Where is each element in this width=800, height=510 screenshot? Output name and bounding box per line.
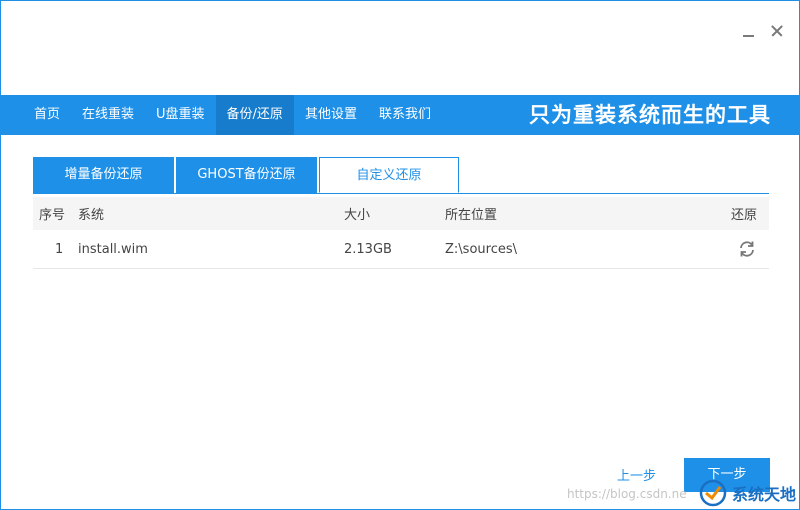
tab-incremental-backup[interactable]: 增量备份还原 [33, 157, 174, 193]
tab-custom-restore[interactable]: 自定义还原 [319, 157, 459, 193]
watermark: https://blog.csdn.ne [567, 487, 687, 501]
nav-item-online-reinstall[interactable]: 在线重装 [71, 95, 145, 135]
minimize-icon[interactable] [741, 23, 757, 39]
row-index: 1 [55, 241, 64, 257]
header-location: 所在位置 [445, 208, 498, 223]
refresh-icon[interactable] [737, 239, 757, 259]
nav-item-contact[interactable]: 联系我们 [368, 95, 442, 135]
header-size: 大小 [344, 208, 371, 223]
tab-ghost-backup[interactable]: GHOST备份还原 [176, 157, 317, 193]
nav-item-backup-restore[interactable]: 备份/还原 [215, 95, 294, 135]
footer: 上一步 下一步 https://blog.csdn.ne 系统天地 [1, 457, 799, 509]
table-header: 序号 系统 大小 所在位置 还原 [33, 197, 769, 230]
header-restore: 还原 [730, 208, 757, 223]
slogan: 只为重装系统而生的工具 [529, 103, 771, 127]
row-size: 2.13GB [344, 241, 392, 257]
table-row[interactable]: 1 install.wim 2.13GB Z:\sources\ [33, 230, 769, 269]
site-logo: 系统天地 [698, 478, 796, 508]
window-controls [741, 23, 785, 39]
logo-icon [699, 479, 727, 507]
site-name: 系统天地 [732, 485, 797, 504]
row-location: Z:\sources\ [445, 241, 517, 257]
header-system: 系统 [78, 208, 105, 223]
nav-item-home[interactable]: 首页 [23, 95, 71, 135]
close-icon[interactable] [769, 23, 785, 39]
row-system: install.wim [78, 241, 148, 257]
nav-item-other-settings[interactable]: 其他设置 [294, 95, 368, 135]
restore-button[interactable] [737, 230, 757, 268]
prev-step-button[interactable]: 上一步 [617, 465, 656, 484]
image-table: 序号 系统 大小 所在位置 还原 1 install.wim 2.13GB Z:… [33, 197, 769, 269]
nav-item-usb-reinstall[interactable]: U盘重装 [145, 95, 216, 135]
app-window: 首页 在线重装 U盘重装 备份/还原 其他设置 联系我们 只为重装系统而生的工具… [0, 0, 800, 510]
tab-bar: 增量备份还原 GHOST备份还原 自定义还原 [33, 157, 769, 194]
header-index: 序号 [39, 208, 66, 223]
nav-items: 首页 在线重装 U盘重装 备份/还原 其他设置 联系我们 [23, 95, 442, 135]
main-nav: 首页 在线重装 U盘重装 备份/还原 其他设置 联系我们 只为重装系统而生的工具 [1, 95, 799, 135]
